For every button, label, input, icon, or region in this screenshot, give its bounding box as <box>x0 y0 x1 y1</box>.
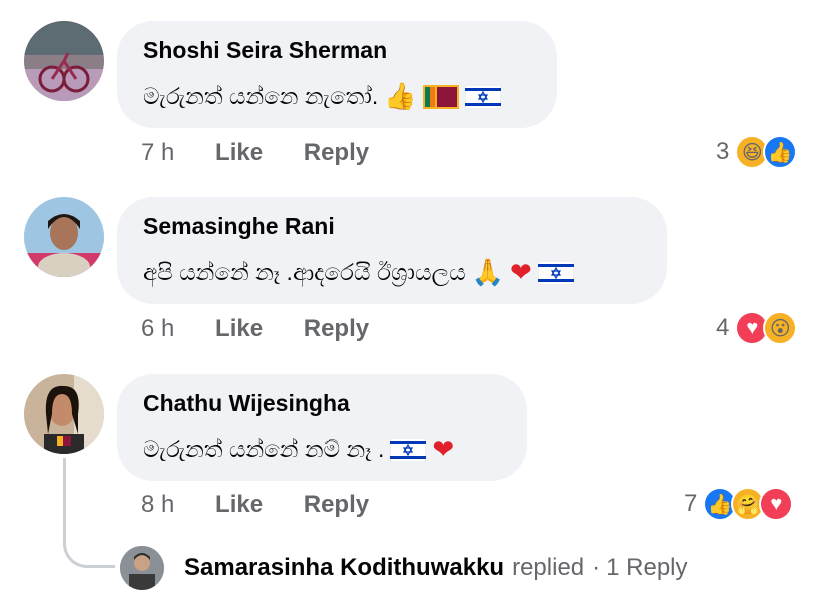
comment-bubble: Shoshi Seira Sherman මැරුනත් යන්නෙ නැතෝ.… <box>117 21 557 128</box>
comment-body: මැරුනත් යන්නෙ නැතෝ. <box>143 83 379 109</box>
comment-author[interactable]: Chathu Wijesingha <box>143 390 350 417</box>
reaction-summary[interactable]: 3 😆 👍 <box>716 135 798 169</box>
comment-author[interactable]: Shoshi Seira Sherman <box>143 37 387 64</box>
comment-timestamp[interactable]: 6 h <box>141 315 174 342</box>
like-button[interactable]: Like <box>215 491 263 518</box>
comment-timestamp[interactable]: 7 h <box>141 139 174 166</box>
comment-text: අපි යන්නේ නෑ .ආදරෙයි ඊශ්‍රායලය 🙏 ❤ <box>143 259 574 286</box>
reply-button[interactable]: Reply <box>304 491 369 518</box>
reply-verb: replied <box>512 554 585 581</box>
reply-author[interactable]: Samarasinha Kodithuwakku <box>184 554 504 582</box>
sri-lanka-flag <box>422 84 459 109</box>
folded-hands-emoji: 🙏 <box>471 257 504 288</box>
israel-flag <box>537 260 574 285</box>
israel-flag <box>390 437 427 462</box>
reply-avatar <box>120 546 164 590</box>
comment-actions: 6 h Like Reply <box>141 315 403 343</box>
thread-connector <box>63 458 115 568</box>
red-heart-emoji: ❤ <box>510 257 532 288</box>
comment-bubble: Chathu Wijesingha මැරුනත් යන්නේ නම් නෑ .… <box>117 374 527 481</box>
reaction-count: 7 <box>684 490 698 517</box>
like-button[interactable]: Like <box>215 139 263 166</box>
reply-button[interactable]: Reply <box>304 139 369 166</box>
reaction-count: 4 <box>716 314 730 341</box>
reply-button[interactable]: Reply <box>304 315 369 342</box>
like-reaction-icon: 👍 <box>763 135 798 169</box>
reply-separator: · <box>592 554 601 581</box>
comment-author[interactable]: Semasinghe Rani <box>143 213 335 240</box>
wow-reaction-icon: 😮 <box>763 311 798 345</box>
reaction-summary[interactable]: 4 ♥ 😮 <box>716 311 798 345</box>
love-reaction-icon: ♥ <box>759 487 794 521</box>
reaction-summary[interactable]: 7 👍 🤗 ♥ <box>684 487 794 521</box>
like-button[interactable]: Like <box>215 315 263 342</box>
comment-timestamp[interactable]: 8 h <box>141 491 174 518</box>
comment-text: මැරුනත් යන්නෙ නැතෝ. 👍 <box>143 83 501 110</box>
comment-text: මැරුනත් යන්නේ නම් නෑ . ❤ <box>143 436 454 463</box>
comment-body: අපි යන්නේ නෑ .ආදරෙයි ඊශ්‍රායලය <box>143 259 466 285</box>
comment-bubble: Semasinghe Rani අපි යන්නේ නෑ .ආදරෙයි ඊශ්… <box>117 197 667 304</box>
reaction-count: 3 <box>716 138 730 165</box>
israel-flag <box>464 84 501 109</box>
avatar[interactable] <box>24 197 104 277</box>
thumbs-up-emoji: 👍 <box>384 81 417 112</box>
view-replies-link[interactable]: Samarasinha Kodithuwakku replied · 1 Rep… <box>120 546 688 590</box>
avatar[interactable] <box>24 21 104 101</box>
avatar[interactable] <box>24 374 104 454</box>
comment-body: මැරුනත් යන්නේ නම් නෑ . <box>143 436 385 462</box>
comment-actions: 8 h Like Reply <box>141 491 403 519</box>
comment-actions: 7 h Like Reply <box>141 139 403 167</box>
reply-count[interactable]: 1 Reply <box>606 554 687 582</box>
red-heart-emoji: ❤ <box>432 434 455 465</box>
